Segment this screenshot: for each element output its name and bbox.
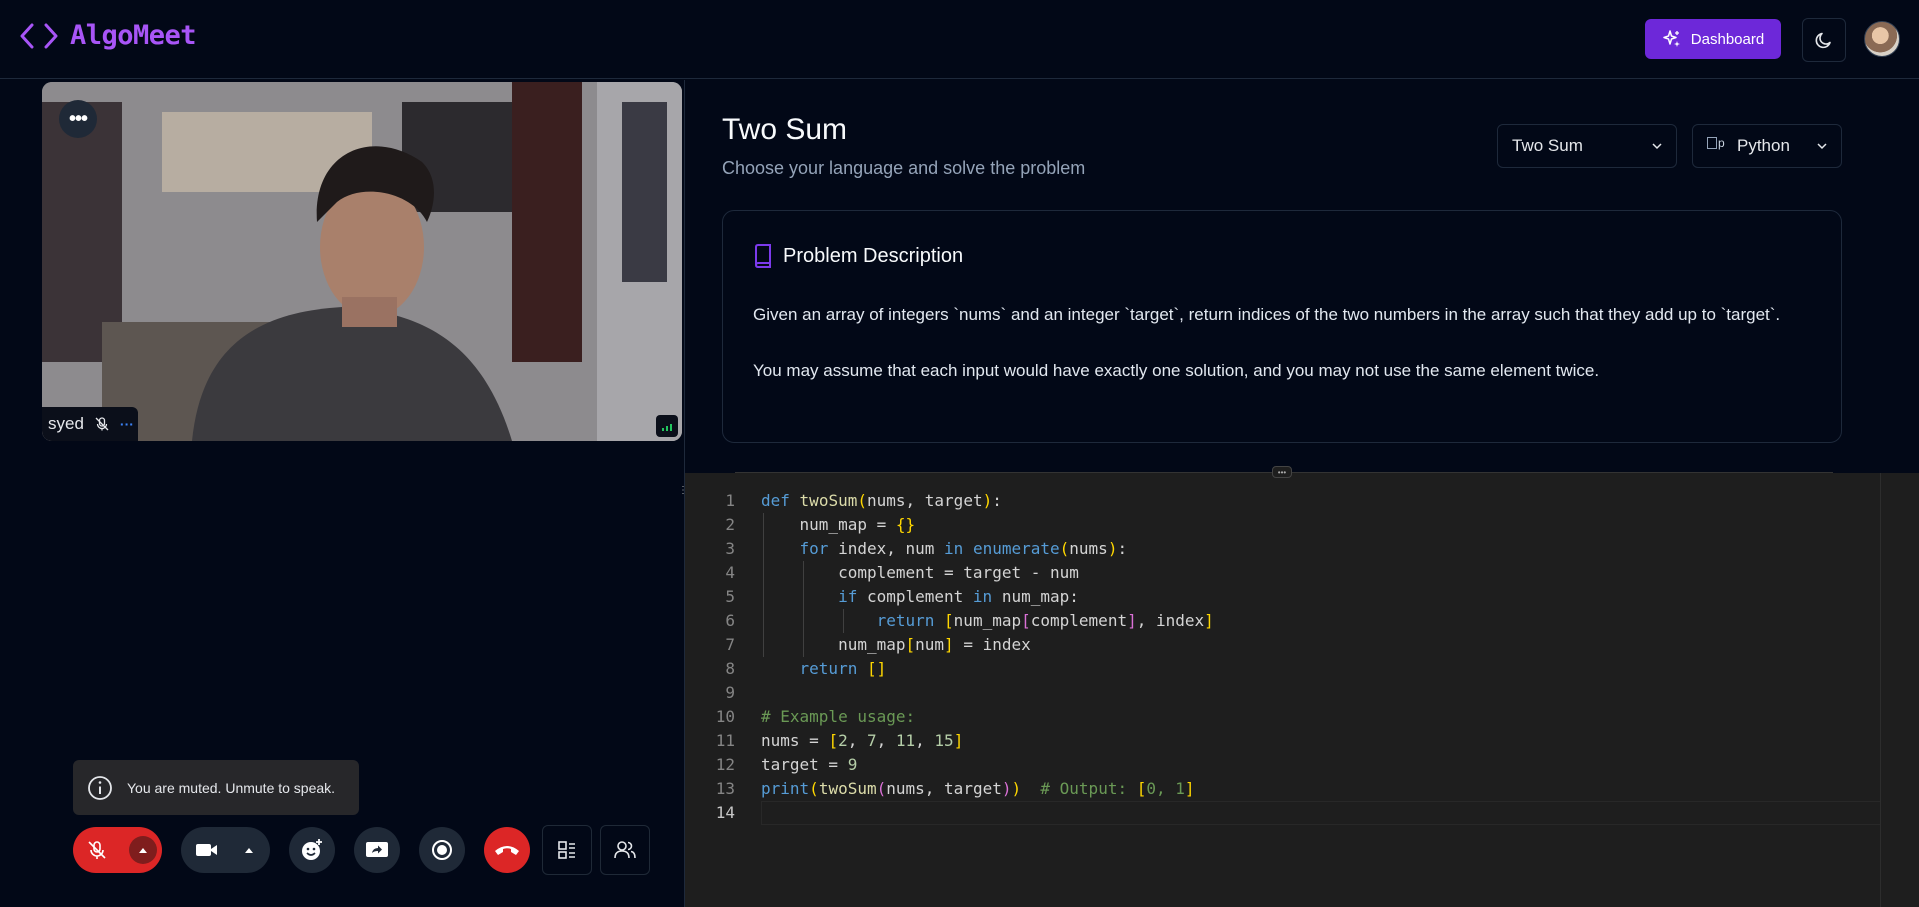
moon-icon [1815,32,1831,49]
editor-side-handle[interactable]: ⋮ [678,485,690,505]
chevron-down-icon [1817,143,1827,150]
chevron-down-icon [1652,143,1662,150]
language-select-value: Python [1737,136,1790,155]
editor-resize-handle[interactable]: ••• [1272,466,1292,478]
problem-subtitle: Choose your language and solve the probl… [722,158,1086,178]
problem-description-paragraph: Given an array of integers `nums` and an… [753,305,1781,324]
participants-button[interactable] [600,825,650,875]
muted-notification: You are muted. Unmute to speak. [73,760,359,815]
dashboard-button[interactable]: Dashboard [1645,19,1781,59]
layout-button[interactable] [542,825,592,875]
editor-scrollbar[interactable] [1880,473,1881,907]
microphone-toggle[interactable] [73,827,162,873]
language-image-alt: p [1718,136,1725,150]
mic-off-icon [95,417,109,431]
problem-description-text: Given an array of integers `nums` and an… [753,301,1813,385]
emoji-plus-icon [302,839,322,860]
network-signal-icon [656,415,678,437]
problem-description-paragraph: You may assume that each input would hav… [753,361,1600,380]
language-select[interactable]: p Python [1692,124,1842,168]
video-options-button[interactable]: ••• [59,100,97,138]
participant-video-tile[interactable]: ••• syed ··· [42,82,682,441]
screen-share-icon [366,842,388,857]
book-icon [755,244,771,268]
theme-toggle-button[interactable] [1802,18,1846,62]
camera-toggle[interactable] [181,827,270,873]
video-call-panel: ••• syed ··· You are muted. Unmute to sp… [0,80,684,907]
participant-name-tag: syed ··· [42,407,138,441]
info-icon [88,775,112,800]
record-icon [432,840,452,860]
caret-up-icon[interactable] [244,846,254,854]
problem-select-value: Two Sum [1512,136,1583,155]
code-brackets-icon [20,23,58,48]
layout-list-icon [558,841,575,859]
problem-description-heading: Problem Description [783,244,964,267]
participant-name: syed [48,414,84,433]
screen-share-button[interactable] [354,827,400,873]
reaction-button[interactable] [289,827,335,873]
language-image: p [1707,135,1729,157]
participant-status-dots: ··· [119,416,134,432]
phone-hangup-icon [495,846,519,855]
muted-message: You are muted. Unmute to speak. [127,779,336,796]
user-avatar[interactable] [1864,21,1900,57]
problem-description-card: Problem Description Given an array of in… [722,210,1842,443]
users-icon [614,841,636,859]
participant-video-feed [42,82,682,441]
mic-off-icon [88,841,106,859]
sparkles-icon [1663,30,1680,47]
app-name: AlgoMeet [70,20,197,51]
problem-title: Two Sum [722,113,848,146]
problem-select[interactable]: Two Sum [1497,124,1677,168]
record-button[interactable] [419,827,465,873]
leave-call-button[interactable] [484,827,530,873]
code-editor[interactable]: 1 def twoSum(nums, target): 2 num_map = {… [685,473,1919,907]
caret-up-icon [139,848,147,853]
microphone-options-button[interactable] [129,836,157,864]
video-icon [196,844,217,856]
dashboard-label: Dashboard [1690,30,1765,48]
app-logo[interactable]: AlgoMeet [20,20,197,51]
problem-description-header: Problem Description [753,244,963,268]
app-header: AlgoMeet Dashboard [0,0,1919,79]
